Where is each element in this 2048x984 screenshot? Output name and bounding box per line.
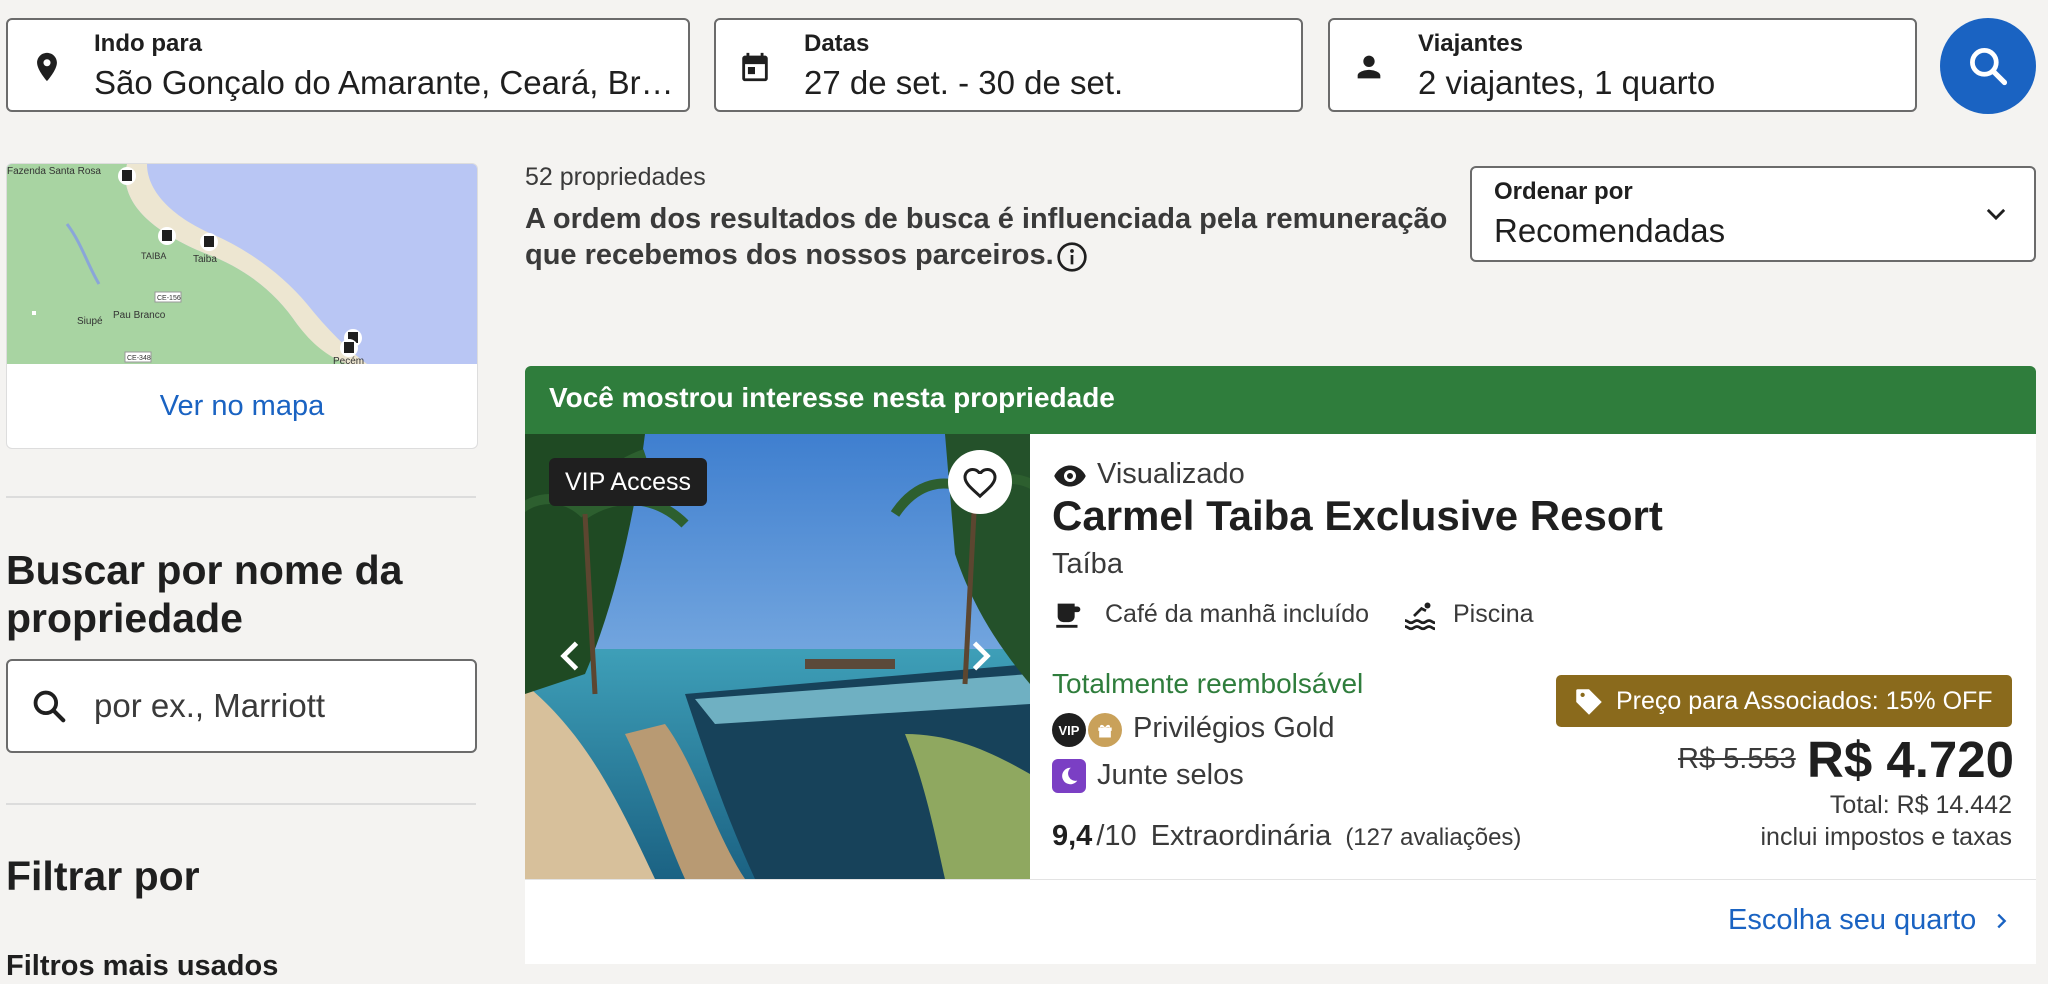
map-place-2: Taiba xyxy=(193,254,217,265)
hotel-marker[interactable] xyxy=(158,227,176,245)
calendar-icon xyxy=(742,52,768,82)
stamps-badge xyxy=(1052,759,1086,793)
travelers-label: Viajantes xyxy=(1418,30,1523,57)
chevron-right-icon xyxy=(1997,913,2007,928)
tag-icon xyxy=(1576,689,1602,715)
privileges-label: Privilégios Gold xyxy=(1133,712,1335,744)
gift-icon xyxy=(1098,724,1112,738)
taxes-note: inclui impostos e taxas xyxy=(1760,823,2012,851)
choose-room-label: Escolha seu quarto xyxy=(1728,904,1977,936)
map-preview[interactable]: Fazenda Santa Rosa TAIBA Taiba Siupé Pau… xyxy=(7,164,477,367)
rating-scale: /10 xyxy=(1096,820,1137,852)
interest-banner: Você mostrou interesse nesta propriedade xyxy=(525,366,2036,434)
interest-banner-text: Você mostrou interesse nesta propriedade xyxy=(549,382,1115,413)
photo-next-button[interactable] xyxy=(958,630,1002,682)
hotel-marker[interactable] xyxy=(118,167,136,185)
dates-value: 27 de set. - 30 de set. xyxy=(804,64,1124,101)
chevron-down-icon xyxy=(1986,208,2006,221)
property-name-placeholder: por ex., Marriott xyxy=(94,687,326,724)
vip-mini-badge: VIP xyxy=(1052,713,1086,747)
travelers-field[interactable]: Viajantes 2 viajantes, 1 quarto xyxy=(1328,18,1917,112)
destination-value: São Gonçalo do Amarante, Ceará, Bra... xyxy=(94,64,674,101)
destination-field[interactable]: Indo para São Gonçalo do Amarante, Ceará… xyxy=(6,18,690,112)
map-place-5: CE-156 xyxy=(157,295,181,302)
view-map-link[interactable]: Ver no mapa xyxy=(7,364,477,448)
hotel-marker[interactable] xyxy=(340,339,358,357)
filter-heading: Filtrar por xyxy=(6,853,200,899)
choose-room-link[interactable]: Escolha seu quarto xyxy=(1728,904,2012,937)
sidebar-divider xyxy=(6,803,476,805)
search-icon xyxy=(33,690,66,723)
location-pin-icon xyxy=(37,52,57,82)
total-price: Total: R$ 14.442 xyxy=(1829,791,2012,819)
member-price-badge: Preço para Associados: 15% OFF xyxy=(1556,675,2012,727)
refundable-label: Totalmente reembolsável xyxy=(1052,668,1364,699)
search-button[interactable] xyxy=(1940,18,2036,114)
sort-label: Ordenar por xyxy=(1494,178,1633,205)
dates-field[interactable]: Datas 27 de set. - 30 de set. xyxy=(714,18,1303,112)
ranking-notice-line2: que recebemos dos nossos parceiros. xyxy=(525,239,1054,271)
moon-icon xyxy=(1062,767,1078,785)
viewed-label: Visualizado xyxy=(1097,458,1245,490)
current-price: R$ 4.720 xyxy=(1807,731,2014,788)
ranking-notice-line1: A ordem dos resultados de busca é influe… xyxy=(525,203,1448,235)
person-icon xyxy=(1357,55,1381,79)
map-place-4: Pau Branco xyxy=(113,310,166,321)
chevron-left-icon xyxy=(560,641,579,671)
property-name-input[interactable]: por ex., Marriott xyxy=(6,659,477,753)
pool-icon xyxy=(1404,602,1436,631)
hotel-marker[interactable] xyxy=(200,233,218,251)
popular-filters-heading: Filtros mais usados xyxy=(6,950,279,982)
amenity-breakfast: Café da manhã incluído xyxy=(1105,600,1370,628)
sort-dropdown[interactable]: Ordenar por Recomendadas xyxy=(1470,166,2036,262)
amenity-pool: Piscina xyxy=(1453,600,1534,628)
info-icon[interactable] xyxy=(1056,241,1088,273)
coffee-icon xyxy=(1056,603,1081,628)
travelers-value: 2 viajantes, 1 quarto xyxy=(1418,64,1716,101)
sort-value: Recomendadas xyxy=(1494,212,1726,249)
eye-icon xyxy=(1054,465,1086,487)
map-place-0: Fazenda Santa Rosa xyxy=(7,166,101,177)
map-place-6: CE-348 xyxy=(127,355,151,362)
gift-badge xyxy=(1088,713,1122,747)
stamps-label: Junte selos xyxy=(1097,759,1244,791)
vip-access-badge: VIP Access xyxy=(549,458,707,506)
map-drawing: Fazenda Santa Rosa TAIBA Taiba Siupé Pau… xyxy=(7,164,477,367)
map-card[interactable]: Fazenda Santa Rosa TAIBA Taiba Siupé Pau… xyxy=(6,163,478,449)
search-by-name-heading: Buscar por nome da propriedade xyxy=(6,547,403,641)
rating-score: 9,4 xyxy=(1052,820,1093,852)
property-name[interactable]: Carmel Taiba Exclusive Resort xyxy=(1052,492,1663,540)
rating-label: Extraordinária xyxy=(1150,820,1332,852)
chevron-right-icon xyxy=(972,641,991,671)
dates-label: Datas xyxy=(804,30,870,57)
photo-prev-button[interactable] xyxy=(549,630,593,682)
vip-mini-label: VIP xyxy=(1058,722,1080,738)
vip-access-label: VIP Access xyxy=(565,468,691,496)
member-price-text: Preço para Associados: 15% OFF xyxy=(1616,687,1993,715)
search-icon xyxy=(1970,48,2008,86)
review-count: (127 avaliações) xyxy=(1345,824,1522,851)
rating-row: 9,4/10 Extraordinária (127 avaliações) xyxy=(1052,820,1521,853)
map-place-1: TAIBA xyxy=(141,251,166,261)
destination-label: Indo para xyxy=(94,30,203,57)
map-place-3: Siupé xyxy=(77,316,103,327)
old-price: R$ 5.553 xyxy=(1678,743,1796,775)
card-divider xyxy=(525,879,2036,880)
favorite-button[interactable] xyxy=(948,450,1012,514)
map-place-7: Pecém xyxy=(333,356,364,364)
results-count: 52 propriedades xyxy=(525,163,706,191)
heart-icon xyxy=(963,467,997,499)
property-location: Taíba xyxy=(1052,548,1123,580)
sidebar-divider xyxy=(6,496,476,498)
